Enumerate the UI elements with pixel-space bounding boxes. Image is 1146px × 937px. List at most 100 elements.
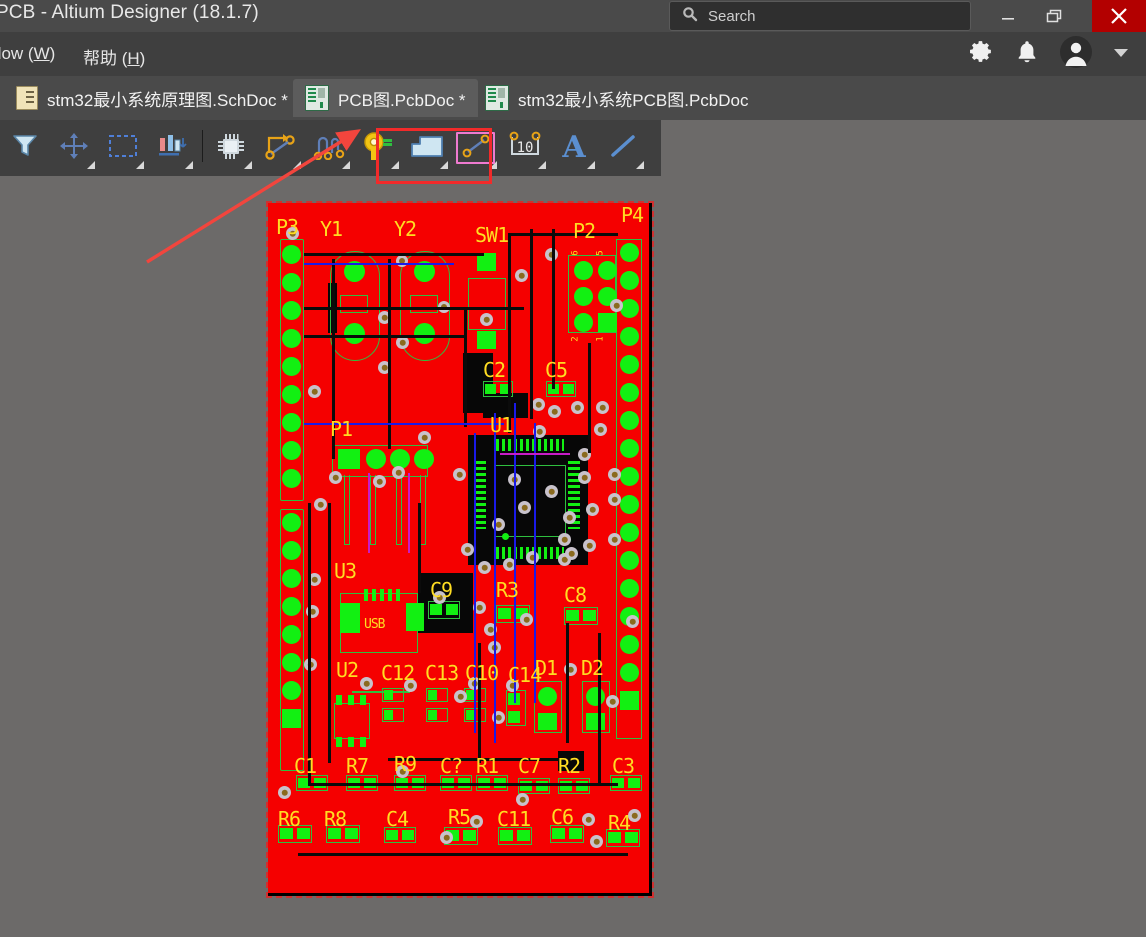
via [610, 299, 623, 312]
tab-pcb-doc[interactable]: PCB图.PcbDoc * [293, 79, 478, 117]
place-dimension-tool-button[interactable]: 10 [500, 120, 549, 172]
pad-square [384, 690, 393, 700]
bell-icon[interactable] [1016, 40, 1038, 69]
place-pad-tool-button[interactable] [353, 120, 402, 172]
minimize-button[interactable] [985, 0, 1031, 32]
pad [282, 329, 301, 348]
avatar[interactable] [1060, 36, 1092, 73]
via [582, 813, 595, 826]
maximize-button[interactable] [1031, 0, 1077, 32]
menu-item-window[interactable]: dow (W) [0, 44, 55, 64]
trace [418, 503, 421, 593]
svg-text:A: A [561, 131, 586, 161]
dropdown-corner-2[interactable] [136, 161, 144, 169]
place-route-tool-button[interactable] [255, 120, 304, 172]
pad-square [477, 331, 496, 349]
dropdown-corner-10[interactable] [538, 161, 546, 169]
pad-square [583, 610, 596, 621]
pad [620, 271, 639, 290]
gear-icon[interactable] [969, 39, 994, 69]
designator: Y2 [394, 219, 416, 239]
pad [344, 323, 365, 344]
pcb-doc-icon [305, 85, 329, 111]
menu-item-help-suffix: ) [140, 49, 146, 68]
dropdown-corner-5[interactable] [293, 161, 301, 169]
via [454, 690, 467, 703]
filter-tool-button[interactable] [0, 120, 49, 172]
designator: P4 [621, 205, 643, 225]
pcb-board[interactable]: P3 Y1 Y2 SW1 P2 P4 C2 C5 U1 P1 U3 USB C9… [266, 201, 654, 898]
tab-schematic-doc[interactable]: stm32最小系统原理图.SchDoc * [4, 79, 300, 117]
pad [620, 551, 639, 570]
trace [508, 233, 511, 433]
select-area-tool-button[interactable] [98, 120, 147, 172]
title-bar: PCB - Altium Designer (18.1.7) Search [0, 0, 1146, 32]
via [548, 405, 561, 418]
menu-item-help[interactable]: 帮助 (H) [83, 44, 145, 69]
search-input[interactable]: Search [669, 1, 971, 31]
designator: D2 [581, 658, 603, 678]
dropdown-corner-11[interactable] [587, 161, 595, 169]
pad-square [430, 604, 442, 615]
tab-stm32-pcb-doc[interactable]: stm32最小系统PCB图.PcbDoc [473, 79, 761, 117]
pad-square [566, 610, 579, 621]
chevron-down-icon[interactable] [1114, 45, 1128, 63]
pcb-canvas[interactable]: P3 Y1 Y2 SW1 P2 P4 C2 C5 U1 P1 U3 USB C9… [0, 176, 1146, 914]
pad [538, 687, 557, 706]
designator: C13 [425, 663, 458, 683]
silk-y2-body [410, 295, 438, 313]
usb-pads [364, 589, 402, 601]
via [526, 551, 539, 564]
trace [304, 307, 524, 310]
document-tab-bar: stm32最小系统原理图.SchDoc * PCB图.PcbDoc * stm3… [0, 76, 1146, 120]
menu-item-window-label: dow ( [0, 44, 34, 63]
via [545, 485, 558, 498]
dropdown-corner-1[interactable] [87, 161, 95, 169]
dropdown-corner-7[interactable] [391, 161, 399, 169]
close-button[interactable] [1092, 0, 1146, 32]
dropdown-corner-12[interactable] [636, 161, 644, 169]
pad [282, 245, 301, 264]
menu-item-window-suffix: ) [50, 44, 56, 63]
via [532, 398, 545, 411]
pad-square [463, 830, 476, 841]
toolbar-separator-1 [202, 130, 203, 162]
via [583, 539, 596, 552]
board-surface[interactable]: P3 Y1 Y2 SW1 P2 P4 C2 C5 U1 P1 U3 USB C9… [268, 203, 652, 896]
place-line-tool-highlight [456, 132, 495, 164]
place-track-tool-button[interactable] [598, 120, 647, 172]
via [565, 547, 578, 560]
altium-designer-window: PCB - Altium Designer (18.1.7) Search do… [0, 0, 1146, 937]
place-polygon-tool-button[interactable] [402, 120, 451, 172]
pad [282, 541, 301, 560]
place-differential-pair-tool-button[interactable] [304, 120, 353, 172]
place-string-tool-button[interactable]: A [549, 120, 598, 172]
via [516, 793, 529, 806]
pad-small [502, 533, 509, 540]
align-tool-button[interactable] [147, 120, 196, 172]
trace-blue [304, 263, 454, 265]
pad-square [446, 604, 458, 615]
dropdown-corner-8[interactable] [440, 161, 448, 169]
via [461, 543, 474, 556]
pad-square [620, 691, 639, 710]
trace [308, 783, 618, 786]
dropdown-corner-3[interactable] [185, 161, 193, 169]
silk-y1-body [340, 295, 368, 313]
pad [574, 261, 593, 280]
place-component-tool-button[interactable] [206, 120, 255, 172]
trace [328, 503, 331, 763]
silk-p1-leg [396, 475, 402, 545]
designator: R1 [476, 756, 498, 776]
trace [308, 503, 311, 783]
menu-item-help-label: 帮助 ( [83, 49, 127, 68]
pad [282, 625, 301, 644]
pad [574, 287, 593, 306]
pad-square [345, 828, 358, 839]
pad-square [386, 830, 398, 840]
dropdown-corner-4[interactable] [244, 161, 252, 169]
trace-magenta [408, 473, 410, 553]
trace-magenta [500, 453, 570, 455]
move-tool-button[interactable] [49, 120, 98, 172]
dropdown-corner-6[interactable] [342, 161, 350, 169]
